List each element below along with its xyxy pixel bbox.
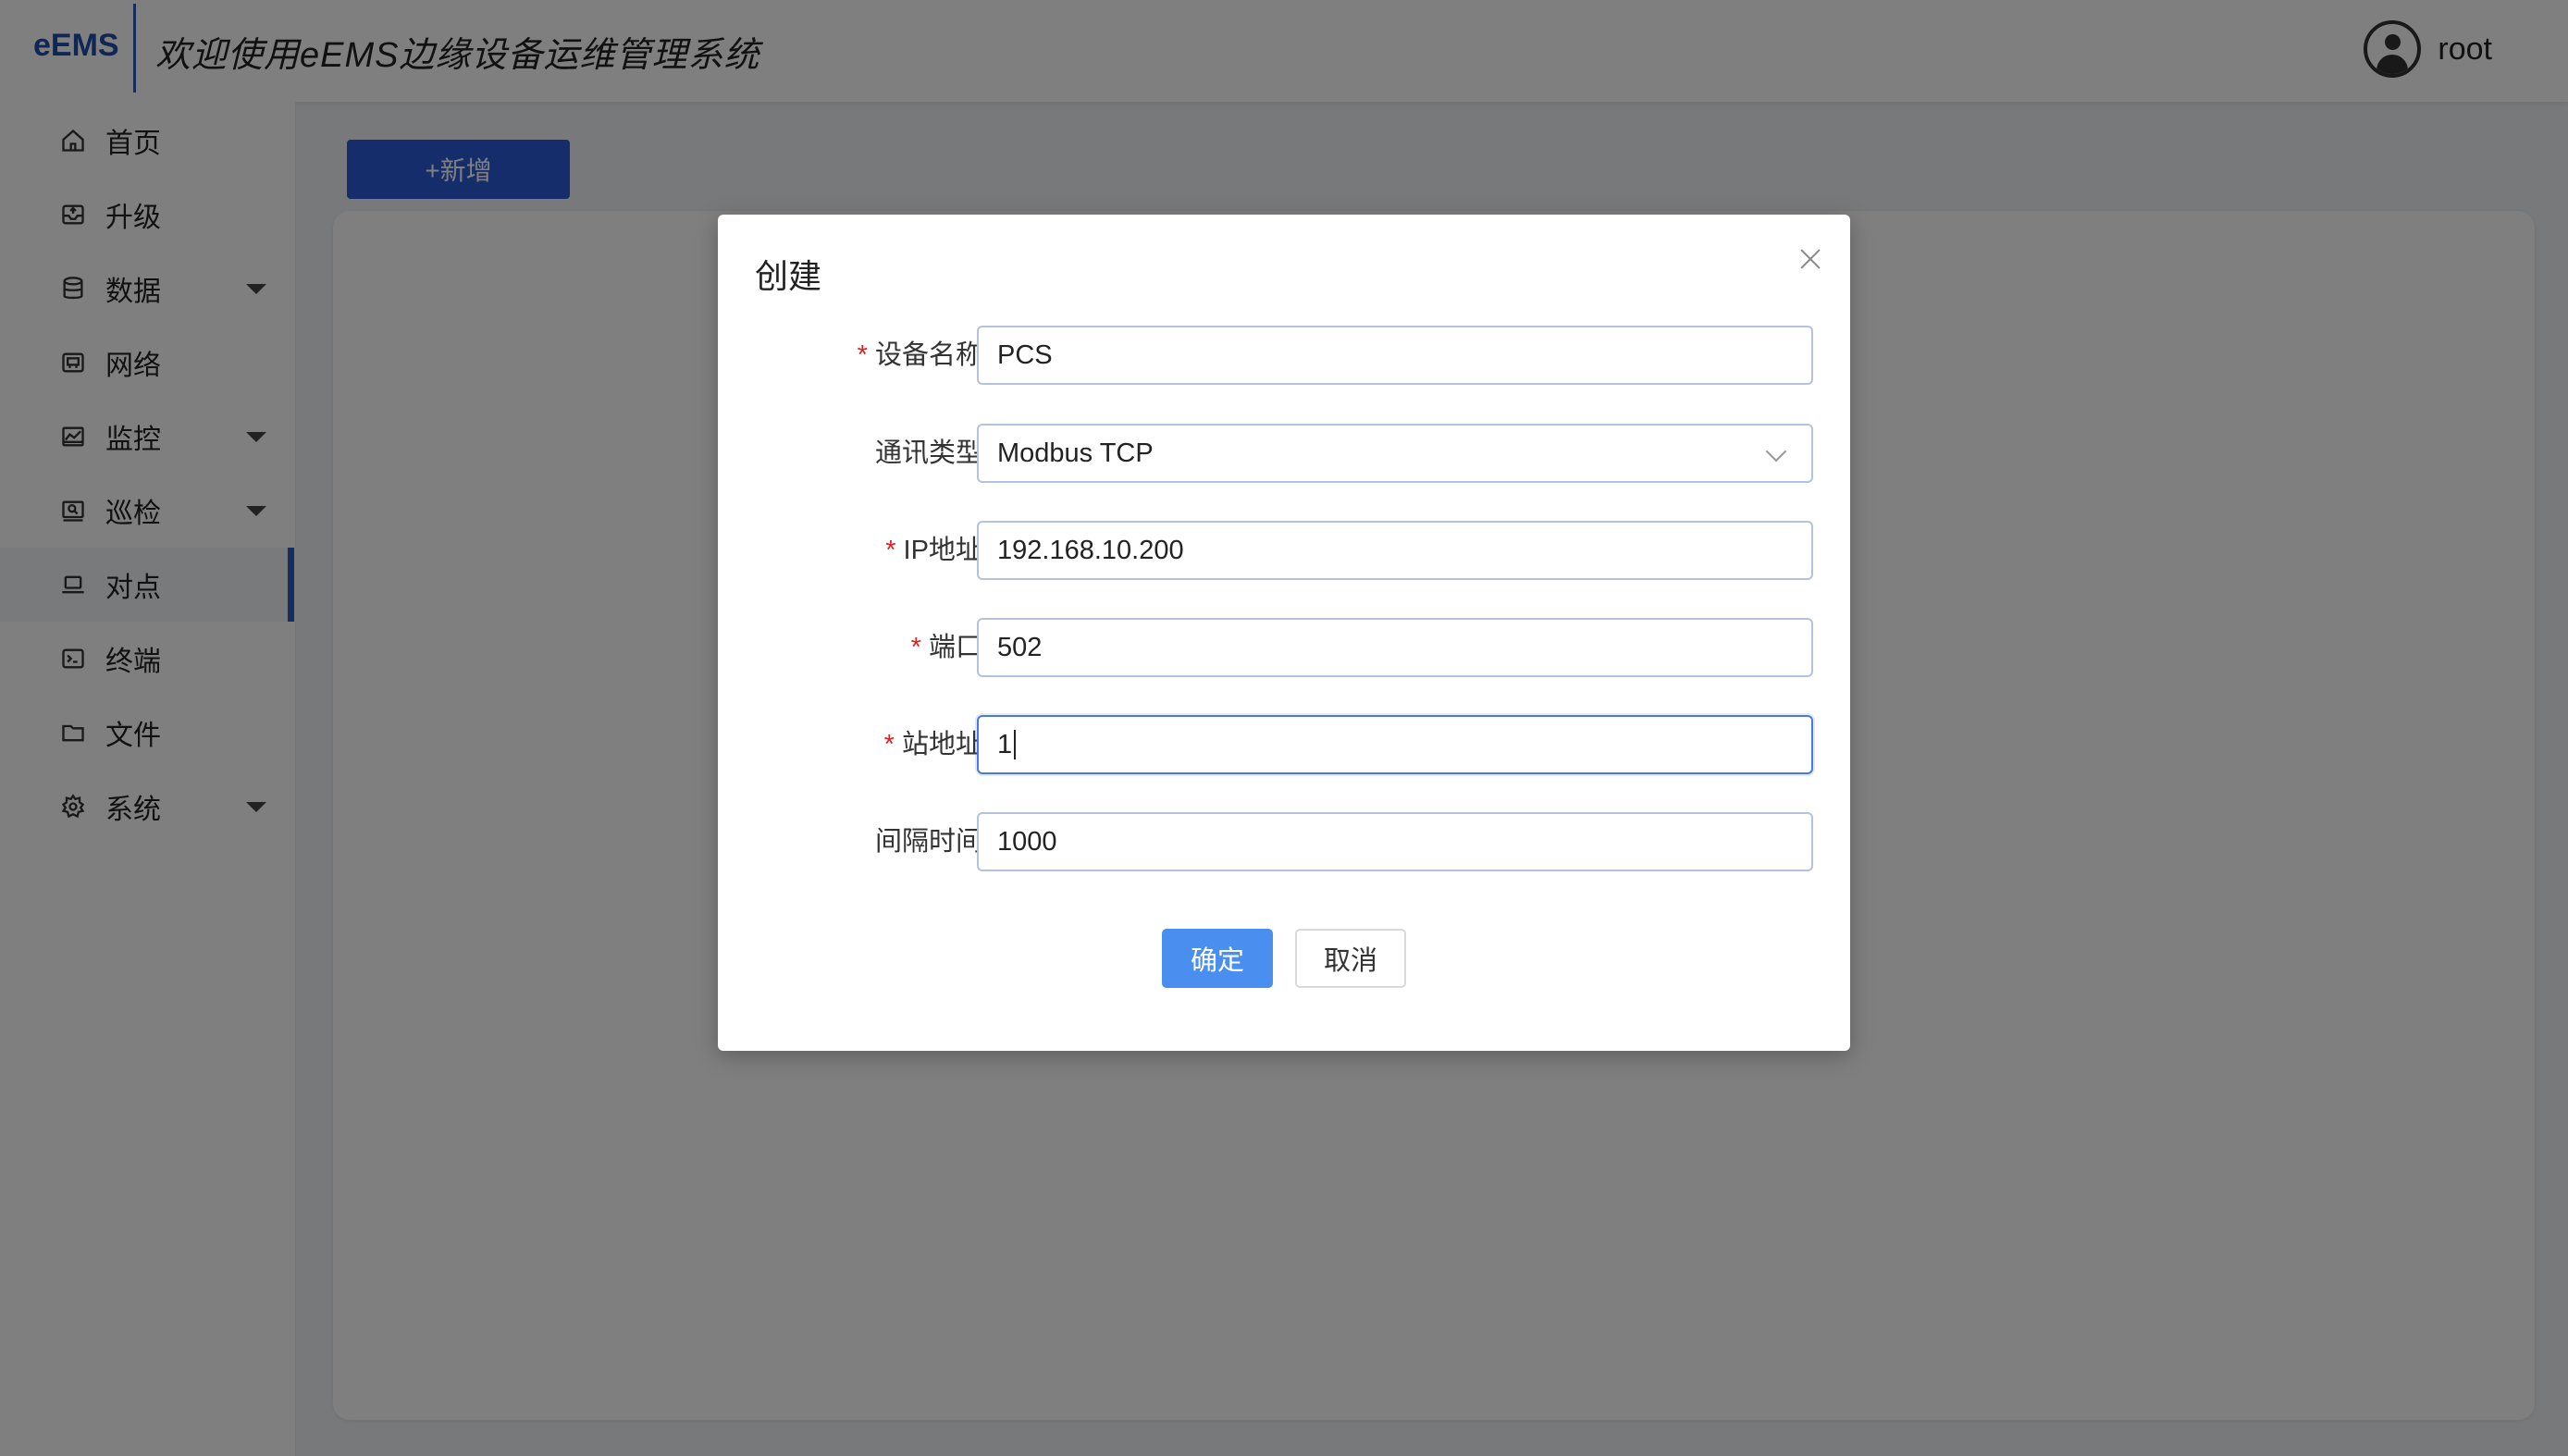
create-device-dialog: 创建 * 设备名称: PCS 通讯类型: Modbus TCP * IP地址: 19… <box>718 215 1850 1051</box>
form-row-station: * 站地址: 1 <box>718 715 1850 774</box>
device-name-input[interactable]: PCS <box>977 326 1813 385</box>
station-address-input[interactable]: 1 <box>977 715 1813 774</box>
cancel-button[interactable]: 取消 <box>1295 929 1406 988</box>
interval-label: 间隔时间: <box>874 827 990 857</box>
form-row-ip: * IP地址: 192.168.10.200 <box>718 521 1850 580</box>
required-mark: * <box>885 536 896 565</box>
device-name-label: * 设备名称: <box>857 340 990 370</box>
comm-type-select[interactable]: Modbus TCP <box>977 424 1813 483</box>
ip-label: * IP地址: <box>885 536 990 565</box>
form-row-port: * 端口: 502 <box>718 618 1850 677</box>
close-icon[interactable] <box>1795 242 1828 276</box>
confirm-button[interactable]: 确定 <box>1162 929 1273 988</box>
text-cursor <box>1014 730 1017 759</box>
required-mark: * <box>857 340 868 370</box>
ip-input[interactable]: 192.168.10.200 <box>977 521 1813 580</box>
comm-type-label: 通讯类型: <box>874 438 990 468</box>
required-mark: * <box>910 633 921 662</box>
required-mark: * <box>883 730 895 759</box>
port-input[interactable]: 502 <box>977 618 1813 677</box>
form-row-device-name: * 设备名称: PCS <box>718 326 1850 385</box>
dialog-title: 创建 <box>755 257 822 295</box>
form-row-comm-type: 通讯类型: Modbus TCP <box>718 424 1850 483</box>
chevron-down-icon <box>1765 440 1787 463</box>
form-row-interval: 间隔时间: 1000 <box>718 812 1850 871</box>
interval-input[interactable]: 1000 <box>977 812 1813 871</box>
station-label: * 站地址: <box>883 730 990 759</box>
